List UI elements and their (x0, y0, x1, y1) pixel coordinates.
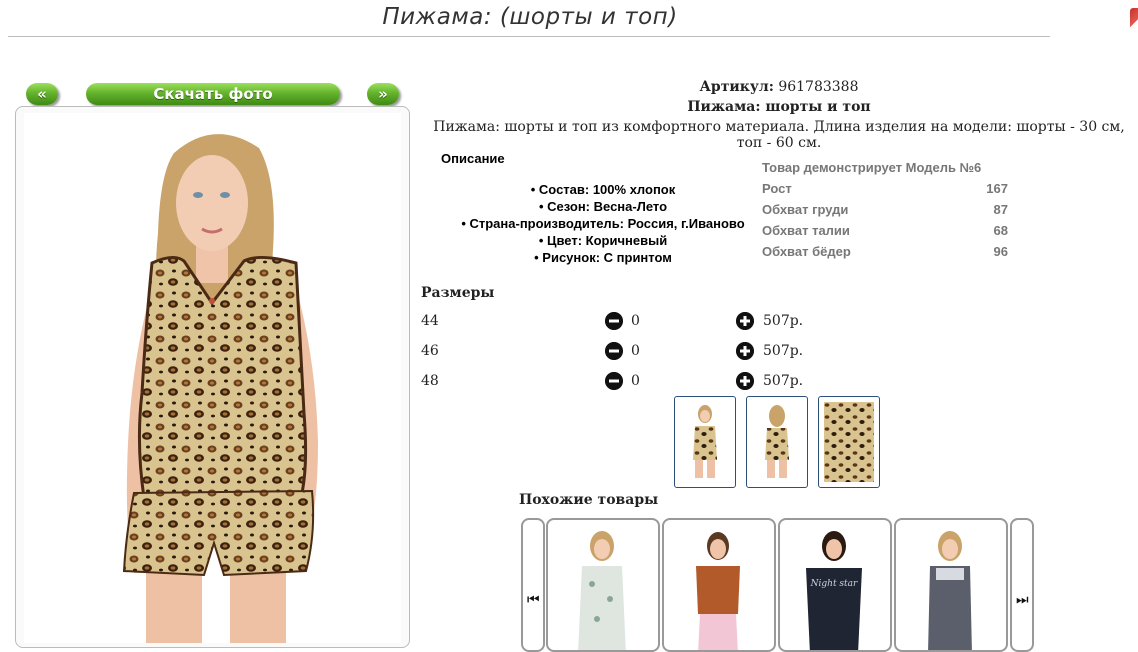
skip-next-icon: ⏭ (1016, 592, 1029, 608)
similar-product-image (696, 532, 740, 650)
main-photo-frame (15, 106, 410, 648)
model-row-label: Рост (762, 181, 792, 196)
size-label: 44 (421, 313, 439, 329)
similar-product-card[interactable]: Night star (778, 518, 892, 652)
detail-item: • Сезон: Весна-Лето (538, 199, 668, 214)
model-row: Обхват груди 87 (762, 199, 1008, 220)
model-row-label: Обхват талии (762, 223, 850, 238)
svg-text:Night star: Night star (810, 579, 858, 589)
similar-products-heading: Похожие товары (519, 492, 659, 508)
model-row-value: 87 (993, 202, 1008, 217)
prev-photo-button[interactable]: « (26, 83, 58, 105)
size-row: 44 0 507р. (421, 311, 821, 331)
similar-product-image: Night star (806, 531, 862, 650)
product-description: Пижама: шорты и топ из комфортного матер… (433, 119, 1125, 151)
model-row-value: 68 (993, 223, 1008, 238)
article-line: Артикул: 961783388 (420, 79, 1138, 95)
quantity-value[interactable]: 0 (631, 371, 640, 391)
similar-product-image (578, 531, 626, 650)
details-list: • Состав: 100% хлопок • Сезон: Весна-Лет… (438, 181, 768, 266)
similar-product-card[interactable] (894, 518, 1008, 652)
size-price: 507р. (763, 343, 804, 359)
size-label: 46 (421, 343, 439, 359)
model-row-value: 167 (986, 181, 1008, 196)
next-photo-button[interactable]: » (367, 83, 399, 105)
minus-circle-icon[interactable] (605, 372, 623, 390)
model-row: Рост 167 (762, 178, 1008, 199)
detail-item: • Страна-производитель: Россия, г.Иванов… (461, 216, 745, 231)
similar-product-card[interactable] (662, 518, 776, 652)
carousel-next-button[interactable]: ⏭ (1010, 518, 1034, 652)
quantity-value[interactable]: 0 (631, 311, 640, 331)
size-label: 48 (421, 373, 439, 389)
details-heading: Описание (441, 151, 505, 166)
model-measurements: Товар демонстрирует Модель №6 Рост 167 О… (762, 157, 1008, 262)
model-row-label: Обхват бёдер (762, 244, 851, 259)
size-row: 48 0 507р. (421, 371, 821, 391)
size-price: 507р. (763, 373, 804, 389)
plus-circle-icon[interactable] (736, 312, 754, 330)
article-value: 961783388 (778, 79, 859, 95)
model-row: Обхват талии 68 (762, 220, 1008, 241)
photo-thumbnail-fabric[interactable] (818, 396, 880, 488)
plus-circle-icon[interactable] (736, 372, 754, 390)
corner-ribbon-icon[interactable] (1130, 8, 1138, 38)
model-heading: Товар демонстрирует Модель №6 (762, 160, 982, 175)
skip-previous-icon: ⏮ (527, 592, 540, 608)
similar-product-card[interactable] (546, 518, 660, 652)
similar-product-image (928, 531, 972, 650)
model-row: Обхват бёдер 96 (762, 241, 1008, 262)
title-divider (8, 36, 1050, 37)
minus-circle-icon[interactable] (605, 312, 623, 330)
model-row-label: Обхват груди (762, 202, 849, 217)
size-price: 507р. (763, 313, 804, 329)
main-product-photo[interactable] (24, 113, 401, 643)
page-title: Пижама: (шорты и топ) (382, 4, 678, 30)
thumbnail-image (693, 405, 717, 478)
minus-circle-icon[interactable] (605, 342, 623, 360)
quantity-value[interactable]: 0 (631, 341, 640, 361)
product-name: Пижама: шорты и топ (687, 99, 871, 115)
size-row: 46 0 507р. (421, 341, 821, 361)
thumbnail-image (824, 402, 874, 482)
photo-thumbnail-front[interactable] (674, 396, 736, 488)
thumbnail-image (765, 405, 789, 478)
plus-circle-icon[interactable] (736, 342, 754, 360)
carousel-prev-button[interactable]: ⏮ (521, 518, 545, 652)
photo-thumbnail-back[interactable] (746, 396, 808, 488)
detail-item: • Цвет: Коричневый (538, 233, 668, 248)
article-label: Артикул: (699, 79, 774, 95)
detail-item: • Рисунок: С принтом (534, 250, 672, 265)
model-row-value: 96 (993, 244, 1008, 259)
sizes-heading: Размеры (421, 285, 495, 301)
detail-item: • Состав: 100% хлопок (530, 182, 676, 197)
download-photo-button[interactable]: Скачать фото (86, 83, 340, 105)
